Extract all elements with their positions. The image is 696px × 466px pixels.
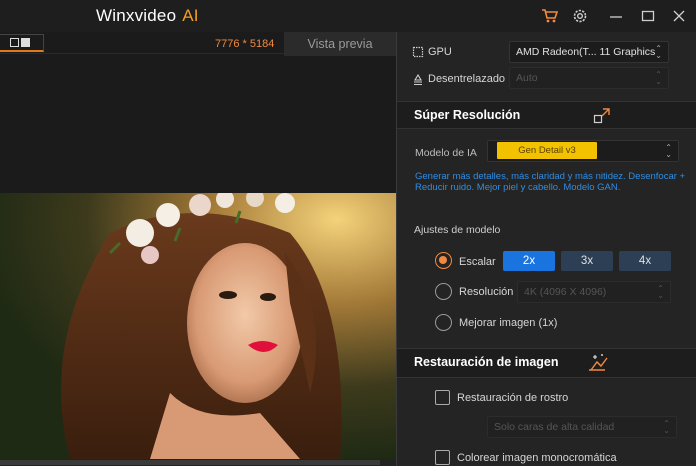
app-name: Winxvideo <box>96 6 177 25</box>
expand-icon[interactable] <box>592 106 612 126</box>
app-suffix: AI <box>182 6 199 25</box>
app-title: Winxvideo AI <box>96 6 199 26</box>
scale-radio[interactable] <box>435 252 452 269</box>
face-restoration-label: Restauración de rostro <box>457 392 569 404</box>
scrollbar-thumb[interactable] <box>0 460 380 465</box>
title-bar: Winxvideo AI <box>0 0 696 32</box>
select-arrows-icon: ⌃ ⌄ <box>665 143 672 159</box>
ai-model-label: Modelo de IA <box>415 147 477 159</box>
deinterlace-value: Auto <box>516 72 538 84</box>
close-icon[interactable] <box>669 6 689 26</box>
cart-icon[interactable] <box>540 6 560 26</box>
colorize-checkbox[interactable] <box>435 450 450 465</box>
resolution-select[interactable]: 4K (4096 X 4096) ⌃ ⌄ <box>517 281 671 303</box>
super-resolution-header: Súper Resolución <box>397 101 696 129</box>
preview-image <box>0 193 396 459</box>
face-restoration-checkbox[interactable] <box>435 390 450 405</box>
select-arrows-icon: ⌃ ⌄ <box>655 70 662 86</box>
settings-panel: GPU AMD Radeon(T... 11 Graphics ⌃ ⌄ Desen… <box>396 32 696 466</box>
scale-3x-button[interactable]: 3x <box>561 251 613 271</box>
scale-4x-button[interactable]: 4x <box>619 251 671 271</box>
resolution-radio[interactable] <box>435 283 452 300</box>
image-restoration-header: Restauración de imagen <box>397 348 696 378</box>
horizontal-scrollbar[interactable] <box>0 459 396 466</box>
gpu-select[interactable]: AMD Radeon(T... 11 Graphics ⌃ ⌄ <box>509 41 669 63</box>
resolution-value: 4K (4096 X 4096) <box>524 286 607 298</box>
scale-label: Escalar <box>459 256 496 268</box>
gear-icon[interactable] <box>570 6 590 26</box>
ai-model-badge: Gen Detail v3 <box>497 142 597 159</box>
deinterlace-icon <box>412 73 424 91</box>
magic-wand-icon[interactable] <box>587 352 608 372</box>
model-description: Generar más detalles, más claridad y más… <box>415 171 686 193</box>
resolution-label: Resolución <box>459 286 514 298</box>
gpu-value: AMD Radeon(T... 11 Graphics <box>516 46 656 58</box>
improve-image-label: Mejorar imagen (1x) <box>459 317 558 329</box>
face-quality-select[interactable]: Solo caras de alta calidad ⌃ ⌄ <box>487 416 677 438</box>
deinterlace-select[interactable]: Auto ⌃ ⌄ <box>509 67 669 89</box>
preview-toolbar: 7776 * 5184 Vista previa <box>0 32 396 56</box>
minimize-icon[interactable] <box>606 6 626 26</box>
select-arrows-icon: ⌃ ⌄ <box>663 419 670 435</box>
split-view-icon <box>10 38 19 47</box>
scale-2x-button[interactable]: 2x <box>503 251 555 271</box>
maximize-icon[interactable] <box>638 6 658 26</box>
colorize-label: Colorear imagen monocromática <box>457 452 617 464</box>
select-arrows-icon: ⌃ ⌄ <box>657 284 664 300</box>
single-view-icon <box>21 38 30 47</box>
select-arrows-icon: ⌃ ⌄ <box>655 44 662 60</box>
gpu-icon <box>412 45 424 63</box>
model-settings-label: Ajustes de modelo <box>414 224 501 236</box>
tab-preview[interactable]: Vista previa <box>284 32 396 56</box>
section-title: Restauración de imagen <box>414 355 559 369</box>
compare-view-toggle[interactable] <box>0 34 44 52</box>
preview-pane: 7776 * 5184 Vista previa <box>0 32 396 466</box>
section-title: Súper Resolución <box>414 108 521 122</box>
image-resolution: 7776 * 5184 <box>215 38 275 50</box>
gpu-label: GPU <box>428 46 452 58</box>
face-quality-value: Solo caras de alta calidad <box>494 421 615 433</box>
improve-image-radio[interactable] <box>435 314 452 331</box>
deinterlace-label: Desentrelazado <box>428 73 506 85</box>
